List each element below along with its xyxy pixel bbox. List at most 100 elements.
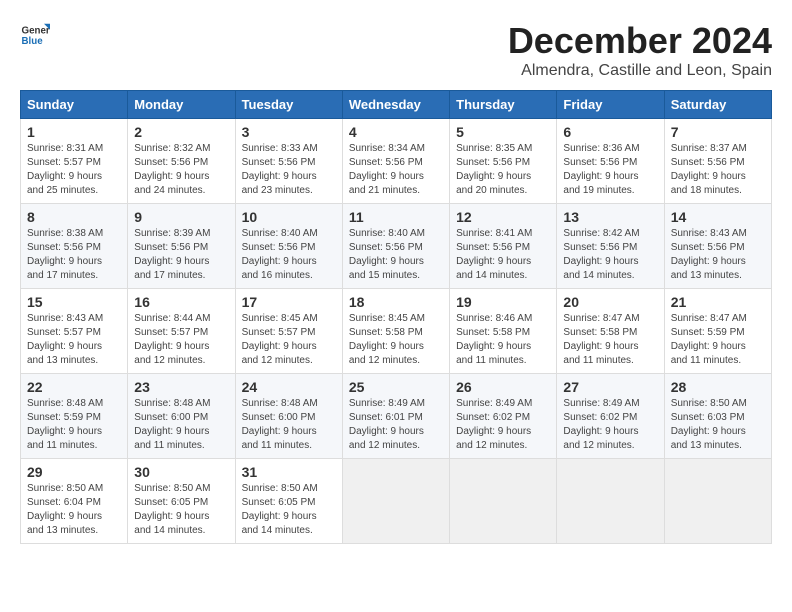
calendar-cell: 7 Sunrise: 8:37 AMSunset: 5:56 PMDayligh…: [664, 119, 771, 204]
day-number: 2: [134, 124, 228, 140]
day-number: 12: [456, 209, 550, 225]
page-header: General Blue December 2024 Almendra, Cas…: [20, 20, 772, 80]
logo: General Blue: [20, 20, 50, 50]
header-row: Sunday Monday Tuesday Wednesday Thursday…: [21, 91, 772, 119]
calendar-cell: 11 Sunrise: 8:40 AMSunset: 5:56 PMDaylig…: [342, 204, 449, 289]
day-number: 27: [563, 379, 657, 395]
day-info: Sunrise: 8:48 AMSunset: 6:00 PMDaylight:…: [134, 397, 228, 453]
calendar-cell: 31 Sunrise: 8:50 AMSunset: 6:05 PMDaylig…: [235, 459, 342, 544]
calendar-cell: 19 Sunrise: 8:46 AMSunset: 5:58 PMDaylig…: [450, 289, 557, 374]
day-number: 17: [242, 294, 336, 310]
calendar-cell: 1 Sunrise: 8:31 AMSunset: 5:57 PMDayligh…: [21, 119, 128, 204]
day-number: 19: [456, 294, 550, 310]
calendar-cell: 4 Sunrise: 8:34 AMSunset: 5:56 PMDayligh…: [342, 119, 449, 204]
calendar-cell: 2 Sunrise: 8:32 AMSunset: 5:56 PMDayligh…: [128, 119, 235, 204]
day-info: Sunrise: 8:45 AMSunset: 5:58 PMDaylight:…: [349, 312, 443, 368]
day-number: 20: [563, 294, 657, 310]
day-number: 31: [242, 464, 336, 480]
day-number: 4: [349, 124, 443, 140]
calendar-cell: 18 Sunrise: 8:45 AMSunset: 5:58 PMDaylig…: [342, 289, 449, 374]
header-sunday: Sunday: [21, 91, 128, 119]
calendar-cell: [664, 459, 771, 544]
day-info: Sunrise: 8:49 AMSunset: 6:01 PMDaylight:…: [349, 397, 443, 453]
day-number: 9: [134, 209, 228, 225]
calendar-cell: 10 Sunrise: 8:40 AMSunset: 5:56 PMDaylig…: [235, 204, 342, 289]
header-thursday: Thursday: [450, 91, 557, 119]
day-number: 5: [456, 124, 550, 140]
calendar-cell: 5 Sunrise: 8:35 AMSunset: 5:56 PMDayligh…: [450, 119, 557, 204]
calendar-cell: 9 Sunrise: 8:39 AMSunset: 5:56 PMDayligh…: [128, 204, 235, 289]
calendar-cell: 23 Sunrise: 8:48 AMSunset: 6:00 PMDaylig…: [128, 374, 235, 459]
calendar-week-row: 29 Sunrise: 8:50 AMSunset: 6:04 PMDaylig…: [21, 459, 772, 544]
day-info: Sunrise: 8:43 AMSunset: 5:57 PMDaylight:…: [27, 312, 121, 368]
calendar-week-row: 1 Sunrise: 8:31 AMSunset: 5:57 PMDayligh…: [21, 119, 772, 204]
day-number: 7: [671, 124, 765, 140]
day-number: 1: [27, 124, 121, 140]
day-info: Sunrise: 8:31 AMSunset: 5:57 PMDaylight:…: [27, 142, 121, 198]
day-info: Sunrise: 8:40 AMSunset: 5:56 PMDaylight:…: [349, 227, 443, 283]
calendar-cell: 14 Sunrise: 8:43 AMSunset: 5:56 PMDaylig…: [664, 204, 771, 289]
day-info: Sunrise: 8:36 AMSunset: 5:56 PMDaylight:…: [563, 142, 657, 198]
day-info: Sunrise: 8:50 AMSunset: 6:03 PMDaylight:…: [671, 397, 765, 453]
day-info: Sunrise: 8:34 AMSunset: 5:56 PMDaylight:…: [349, 142, 443, 198]
calendar-cell: [342, 459, 449, 544]
calendar-week-row: 22 Sunrise: 8:48 AMSunset: 5:59 PMDaylig…: [21, 374, 772, 459]
day-info: Sunrise: 8:46 AMSunset: 5:58 PMDaylight:…: [456, 312, 550, 368]
day-info: Sunrise: 8:48 AMSunset: 5:59 PMDaylight:…: [27, 397, 121, 453]
calendar-cell: 8 Sunrise: 8:38 AMSunset: 5:56 PMDayligh…: [21, 204, 128, 289]
day-number: 23: [134, 379, 228, 395]
header-monday: Monday: [128, 91, 235, 119]
day-number: 28: [671, 379, 765, 395]
day-info: Sunrise: 8:49 AMSunset: 6:02 PMDaylight:…: [563, 397, 657, 453]
header-tuesday: Tuesday: [235, 91, 342, 119]
day-number: 11: [349, 209, 443, 225]
day-info: Sunrise: 8:33 AMSunset: 5:56 PMDaylight:…: [242, 142, 336, 198]
calendar-cell: 26 Sunrise: 8:49 AMSunset: 6:02 PMDaylig…: [450, 374, 557, 459]
day-number: 16: [134, 294, 228, 310]
calendar-cell: 13 Sunrise: 8:42 AMSunset: 5:56 PMDaylig…: [557, 204, 664, 289]
day-info: Sunrise: 8:40 AMSunset: 5:56 PMDaylight:…: [242, 227, 336, 283]
calendar-table: Sunday Monday Tuesday Wednesday Thursday…: [20, 90, 772, 544]
calendar-cell: [450, 459, 557, 544]
day-number: 6: [563, 124, 657, 140]
day-number: 25: [349, 379, 443, 395]
day-number: 18: [349, 294, 443, 310]
svg-text:Blue: Blue: [22, 36, 44, 47]
day-info: Sunrise: 8:47 AMSunset: 5:58 PMDaylight:…: [563, 312, 657, 368]
day-number: 14: [671, 209, 765, 225]
day-info: Sunrise: 8:42 AMSunset: 5:56 PMDaylight:…: [563, 227, 657, 283]
day-info: Sunrise: 8:41 AMSunset: 5:56 PMDaylight:…: [456, 227, 550, 283]
day-number: 29: [27, 464, 121, 480]
calendar-cell: 16 Sunrise: 8:44 AMSunset: 5:57 PMDaylig…: [128, 289, 235, 374]
day-number: 3: [242, 124, 336, 140]
month-title: December 2024: [508, 20, 772, 62]
day-info: Sunrise: 8:50 AMSunset: 6:05 PMDaylight:…: [134, 482, 228, 538]
day-info: Sunrise: 8:49 AMSunset: 6:02 PMDaylight:…: [456, 397, 550, 453]
day-number: 10: [242, 209, 336, 225]
calendar-cell: 22 Sunrise: 8:48 AMSunset: 5:59 PMDaylig…: [21, 374, 128, 459]
day-info: Sunrise: 8:50 AMSunset: 6:04 PMDaylight:…: [27, 482, 121, 538]
day-info: Sunrise: 8:35 AMSunset: 5:56 PMDaylight:…: [456, 142, 550, 198]
day-info: Sunrise: 8:38 AMSunset: 5:56 PMDaylight:…: [27, 227, 121, 283]
calendar-cell: 20 Sunrise: 8:47 AMSunset: 5:58 PMDaylig…: [557, 289, 664, 374]
calendar-cell: 21 Sunrise: 8:47 AMSunset: 5:59 PMDaylig…: [664, 289, 771, 374]
day-info: Sunrise: 8:44 AMSunset: 5:57 PMDaylight:…: [134, 312, 228, 368]
calendar-cell: 15 Sunrise: 8:43 AMSunset: 5:57 PMDaylig…: [21, 289, 128, 374]
day-number: 15: [27, 294, 121, 310]
day-info: Sunrise: 8:47 AMSunset: 5:59 PMDaylight:…: [671, 312, 765, 368]
calendar-cell: 28 Sunrise: 8:50 AMSunset: 6:03 PMDaylig…: [664, 374, 771, 459]
day-info: Sunrise: 8:43 AMSunset: 5:56 PMDaylight:…: [671, 227, 765, 283]
day-info: Sunrise: 8:45 AMSunset: 5:57 PMDaylight:…: [242, 312, 336, 368]
day-number: 22: [27, 379, 121, 395]
day-number: 26: [456, 379, 550, 395]
title-area: December 2024 Almendra, Castille and Leo…: [508, 20, 772, 80]
header-wednesday: Wednesday: [342, 91, 449, 119]
day-info: Sunrise: 8:50 AMSunset: 6:05 PMDaylight:…: [242, 482, 336, 538]
calendar-cell: 17 Sunrise: 8:45 AMSunset: 5:57 PMDaylig…: [235, 289, 342, 374]
calendar-cell: 3 Sunrise: 8:33 AMSunset: 5:56 PMDayligh…: [235, 119, 342, 204]
day-number: 13: [563, 209, 657, 225]
day-number: 21: [671, 294, 765, 310]
calendar-cell: 27 Sunrise: 8:49 AMSunset: 6:02 PMDaylig…: [557, 374, 664, 459]
day-info: Sunrise: 8:39 AMSunset: 5:56 PMDaylight:…: [134, 227, 228, 283]
calendar-week-row: 8 Sunrise: 8:38 AMSunset: 5:56 PMDayligh…: [21, 204, 772, 289]
